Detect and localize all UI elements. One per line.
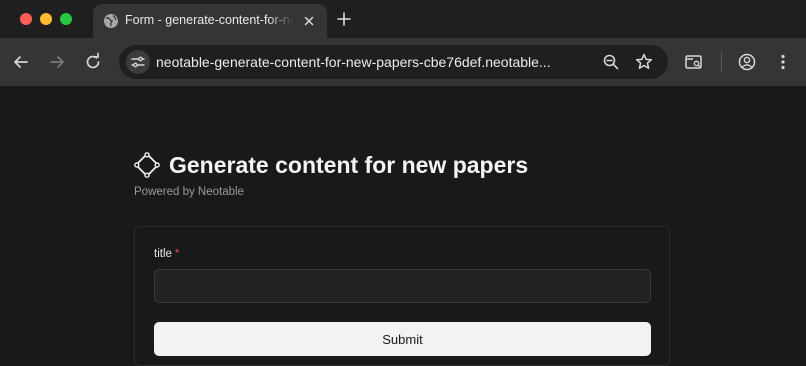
globe-icon xyxy=(104,14,118,28)
star-icon[interactable] xyxy=(634,52,654,72)
profile-icon[interactable] xyxy=(737,52,757,72)
form-title: Generate content for new papers xyxy=(169,152,529,178)
window-zoom-button[interactable] xyxy=(60,13,72,25)
reload-icon[interactable] xyxy=(83,52,103,72)
form-card: title * Submit xyxy=(134,226,670,366)
tab-title: Form - generate-content-for-new-papers xyxy=(125,13,293,27)
url-text[interactable]: neotable-generate-content-for-new-papers… xyxy=(156,54,586,70)
browser-toolbar: neotable-generate-content-for-new-papers… xyxy=(0,38,806,86)
new-tab-plus-icon[interactable] xyxy=(336,11,352,27)
forward-arrow-icon[interactable] xyxy=(47,52,67,72)
title-field-label: title * xyxy=(154,248,179,260)
tab-search-icon[interactable] xyxy=(684,52,704,72)
browser-tab[interactable]: Form - generate-content-for-new-papers xyxy=(93,4,327,38)
toolbar-divider xyxy=(721,52,722,72)
required-asterisk: * xyxy=(174,248,180,260)
close-icon[interactable] xyxy=(301,13,317,29)
title-label-text: title xyxy=(154,248,172,260)
tune-icon xyxy=(131,56,145,68)
neotable-logo-icon xyxy=(134,152,160,178)
submit-button[interactable]: Submit xyxy=(154,322,651,356)
browser-titlebar: Form - generate-content-for-new-papers xyxy=(0,0,806,38)
back-arrow-icon[interactable] xyxy=(11,52,31,72)
address-bar[interactable]: neotable-generate-content-for-new-papers… xyxy=(119,45,668,79)
window-close-button[interactable] xyxy=(20,13,32,25)
zoom-out-icon[interactable] xyxy=(601,52,621,72)
powered-by-text: Powered by Neotable xyxy=(134,186,244,198)
more-menu-icon[interactable] xyxy=(773,52,793,72)
page-content: Generate content for new papers Powered … xyxy=(0,86,806,366)
title-input[interactable] xyxy=(154,269,651,303)
site-info-button[interactable] xyxy=(126,50,150,74)
window-minimize-button[interactable] xyxy=(40,13,52,25)
